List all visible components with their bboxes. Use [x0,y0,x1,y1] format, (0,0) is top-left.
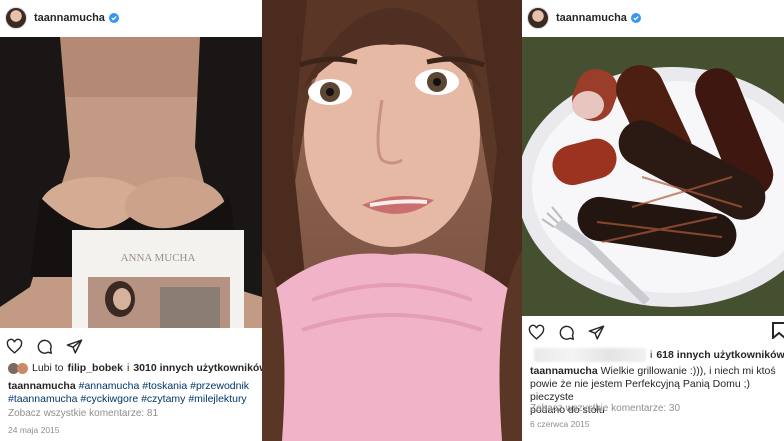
caption-text: Wielkie grillowanie :))), i niech mi kto… [597,365,776,377]
caption-username[interactable]: taannamucha [530,365,598,377]
username[interactable]: taannamucha [556,12,627,24]
post-header: taannamucha [522,0,784,36]
middle-photo [262,0,522,441]
caption-text: powie że nie jestem Perfekcyjną Panią Do… [530,378,751,403]
likes-count[interactable]: 3010 innych użytkowników [133,362,262,374]
share-icon[interactable] [588,324,605,341]
likes-prefix: Lubi to [32,362,64,374]
likes-prefix: i [650,349,653,361]
action-bar [6,336,262,356]
verified-badge-icon [108,13,119,23]
verified-badge-icon [630,13,641,23]
post-photo-image: ANNA MUCHA [0,37,262,328]
likes-count[interactable]: 618 innych użytkowników [656,349,784,361]
share-icon[interactable] [66,338,83,355]
view-comments-link[interactable]: Zobacz wszystkie komentarze: 81 [8,408,158,419]
likes-line: i 618 innych użytkowników [530,348,784,362]
blurred-liker-names [534,348,646,362]
like-heart-icon[interactable] [528,324,545,341]
caption: taannamucha #annamucha #toskania #przewo… [8,380,256,406]
bookmark-icon[interactable] [772,322,784,339]
likes-line: Lubi to filip_bobek i 3010 innych użytko… [8,362,262,374]
post-header: taannamucha [0,0,262,36]
post-photo[interactable] [522,37,784,316]
username[interactable]: taannamucha [34,12,105,24]
selfie-photo-image [262,0,522,441]
right-post: taannamucha i 618 innych użytkowników ta… [522,0,784,441]
comment-icon[interactable] [558,324,575,341]
post-photo[interactable]: ANNA MUCHA [0,37,262,328]
liker-avatar [17,362,28,374]
post-date: 6 czerwca 2015 [530,419,590,429]
post-date: 24 maja 2015 [8,425,60,435]
likes-mid: i [126,362,130,374]
like-heart-icon[interactable] [6,338,23,355]
action-bar [528,322,784,342]
hashtags[interactable]: #taannamucha #cyckiwgore #czytamy #milej… [8,393,256,406]
likes-user[interactable]: filip_bobek [68,362,123,374]
book-title-text: ANNA MUCHA [121,252,196,264]
post-photo-image [522,37,784,316]
view-comments-link[interactable]: Zobacz wszystkie komentarze: 30 [530,403,680,414]
hashtags[interactable]: #annamucha #toskania #przewodnik [79,380,249,392]
left-post: taannamucha ANNA MUCHA Lubi to filip_bob… [0,0,262,441]
comment-icon[interactable] [36,338,53,355]
avatar[interactable] [527,7,549,29]
caption-username[interactable]: taannamucha [8,380,76,392]
avatar[interactable] [5,7,27,29]
